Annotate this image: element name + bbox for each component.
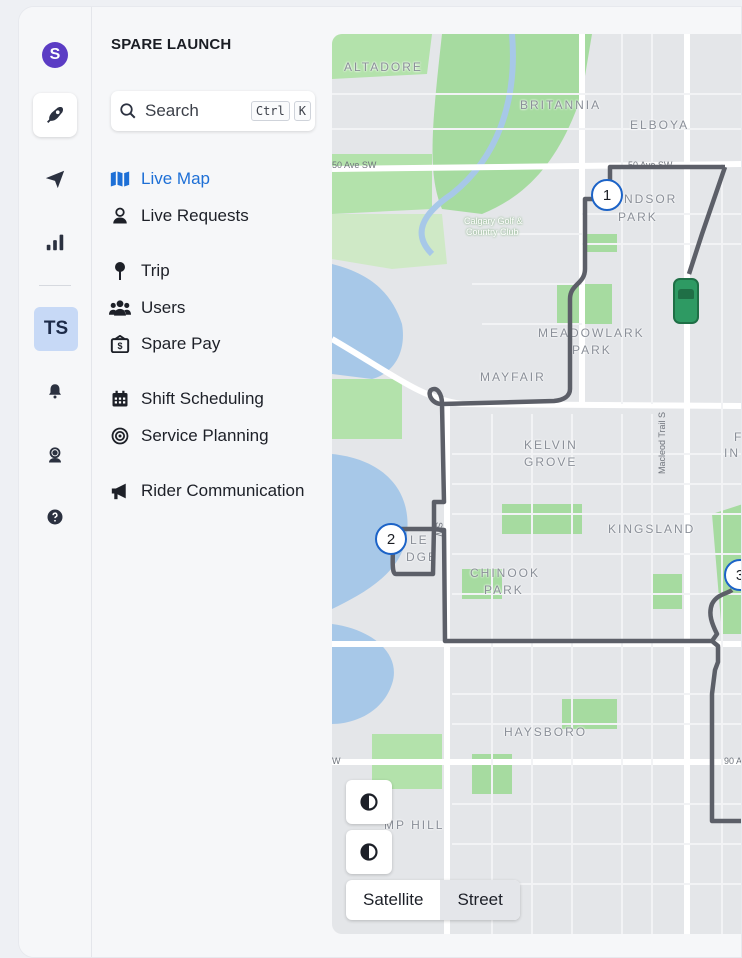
nav-item-spare-pay[interactable]: $ Spare Pay (109, 333, 220, 355)
contrast-icon (360, 793, 378, 811)
calendar-icon (109, 388, 131, 410)
map-type-street[interactable]: Street (440, 880, 520, 920)
search-button[interactable]: Search Ctrl K (111, 91, 315, 131)
nav-item-live-map[interactable]: Live Map (109, 168, 210, 190)
app-window: S TS SPARE LAUNCH Search Ctrl K Live Map… (18, 6, 742, 958)
route-line (390, 164, 741, 824)
contrast-toggle-button[interactable] (346, 780, 392, 824)
nav-item-label: Trip (141, 261, 170, 280)
user-tie-icon (109, 205, 131, 227)
search-icon (120, 103, 136, 119)
nav-item-shift-scheduling[interactable]: Shift Scheduling (109, 388, 264, 410)
rail-send-button[interactable] (33, 157, 77, 201)
megaphone-icon (109, 480, 131, 502)
contrast-icon (360, 843, 378, 861)
nav-item-label: Live Map (141, 169, 210, 188)
rail-divider (39, 285, 71, 286)
map-pin-icon (109, 260, 131, 282)
app-title: SPARE LAUNCH (111, 36, 232, 53)
vehicle-windshield (678, 289, 694, 299)
bell-icon (49, 384, 61, 399)
contrast-toggle-button-2[interactable] (346, 830, 392, 874)
live-map[interactable]: ALTADORE BRITANNIA ELBOYA NDSOR PARK Cal… (332, 34, 741, 934)
nav-item-trip[interactable]: Trip (109, 260, 170, 282)
nav-item-label: Users (141, 298, 186, 317)
users-icon (109, 297, 131, 319)
help-circle-icon (47, 509, 63, 525)
vehicle-marker[interactable] (673, 278, 699, 324)
icon-rail: S TS (19, 7, 92, 957)
rail-reports-button[interactable] (33, 220, 77, 264)
target-icon (109, 425, 131, 447)
money-box-icon: $ (109, 333, 131, 355)
rail-support-button[interactable] (33, 433, 77, 477)
svg-text:$: $ (117, 341, 122, 351)
nav-item-live-requests[interactable]: Live Requests (109, 205, 249, 227)
search-label: Search (145, 101, 199, 120)
nav-item-users[interactable]: Users (109, 297, 185, 319)
nav-item-label: Service Planning (141, 426, 269, 445)
shortcut-k: K (293, 101, 311, 121)
rail-notifications-button[interactable] (33, 369, 77, 413)
paper-plane-icon (45, 170, 65, 189)
app-logo[interactable]: S (42, 42, 68, 68)
nav-item-label: Shift Scheduling (141, 389, 264, 408)
map-icon (109, 168, 131, 190)
nav-item-label: Live Requests (141, 206, 249, 225)
bar-chart-icon (46, 234, 64, 251)
rocket-icon (47, 106, 64, 123)
rail-help-button[interactable] (33, 495, 77, 539)
stop-marker-1[interactable]: 1 (591, 179, 623, 211)
headset-agent-icon (49, 447, 61, 463)
user-avatar[interactable]: TS (34, 307, 78, 351)
nav-item-rider-communication[interactable]: Rider Communication (109, 480, 304, 502)
stop-marker-2[interactable]: 2 (375, 523, 407, 555)
nav-item-label: Rider Communication (141, 481, 305, 500)
map-type-satellite[interactable]: Satellite (346, 880, 440, 920)
map-type-toggle: Satellite Street (346, 880, 520, 920)
nav-panel: SPARE LAUNCH Search Ctrl K Live Map Live… (92, 7, 332, 957)
shortcut-ctrl: Ctrl (250, 101, 290, 121)
nav-item-label: Spare Pay (141, 334, 221, 353)
nav-item-service-planning[interactable]: Service Planning (109, 425, 269, 447)
rail-launch-button[interactable] (33, 93, 77, 137)
